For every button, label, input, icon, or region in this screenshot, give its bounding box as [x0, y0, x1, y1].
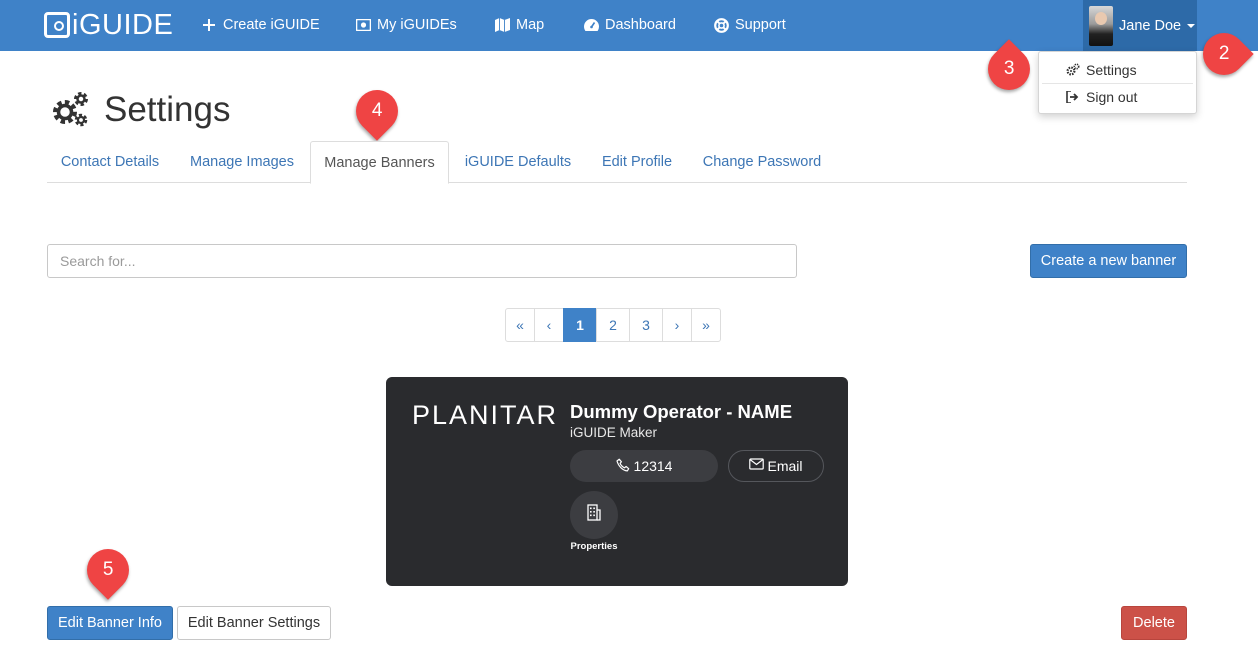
top-navbar: iGUIDE Create iGUIDE My iGUIDEs Map Dash…	[0, 0, 1258, 51]
page-next-button[interactable]: ›	[662, 308, 692, 342]
map-icon	[494, 17, 510, 33]
operator-name: Dummy Operator - NAME	[570, 401, 793, 422]
tab-edit-profile[interactable]: Edit Profile	[587, 141, 687, 183]
pagination: « ‹ 1 2 3 › »	[505, 308, 721, 342]
step-marker-5: 5	[78, 540, 138, 600]
tab-contact-details[interactable]: Contact Details	[47, 141, 173, 183]
properties-button[interactable]	[570, 491, 618, 539]
building-icon	[587, 504, 601, 526]
user-dropdown-menu: Settings Sign out	[1038, 51, 1197, 114]
operator-role: iGUIDE Maker	[570, 425, 658, 440]
envelope-icon	[749, 458, 765, 474]
gears-icon	[50, 89, 92, 131]
sign-out-icon	[1066, 90, 1080, 104]
email-button[interactable]: Email	[728, 450, 824, 482]
menu-item-settings[interactable]: Settings	[1039, 57, 1196, 83]
image-icon	[355, 17, 371, 33]
step-marker-4: 4	[347, 81, 407, 141]
page-prev-button[interactable]: ‹	[534, 308, 564, 342]
user-name: Jane Doe	[1119, 17, 1182, 34]
nav-dashboard[interactable]: Dashboard	[583, 16, 676, 34]
dashboard-icon	[583, 17, 599, 33]
edit-banner-info-button[interactable]: Edit Banner Info	[47, 606, 173, 640]
life-ring-icon	[713, 17, 729, 33]
banner-preview[interactable]: PLANITAR Dummy Operator - NAME iGUIDE Ma…	[386, 377, 848, 586]
page-first-button[interactable]: «	[505, 308, 535, 342]
nav-map[interactable]: Map	[494, 16, 544, 34]
nav-my-iguides[interactable]: My iGUIDEs	[355, 16, 457, 34]
phone-button[interactable]: 12314	[570, 450, 718, 482]
user-menu-toggle[interactable]: Jane Doe	[1083, 0, 1197, 51]
page-last-button[interactable]: »	[691, 308, 721, 342]
brand-logo: PLANITAR	[412, 400, 559, 430]
delete-banner-button[interactable]: Delete	[1121, 606, 1187, 640]
page-button-3[interactable]: 3	[629, 308, 663, 342]
phone-icon	[615, 458, 632, 474]
nav-create-iguide[interactable]: Create iGUIDE	[201, 16, 320, 34]
iguide-logo[interactable]: iGUIDE	[44, 9, 173, 41]
page-button-1[interactable]: 1	[563, 308, 597, 342]
caret-down-icon	[1187, 23, 1196, 28]
settings-tabs: Contact Details Manage Images Manage Ban…	[47, 141, 1187, 184]
menu-item-sign-out[interactable]: Sign out	[1039, 84, 1196, 110]
plus-icon	[201, 17, 217, 33]
create-banner-button[interactable]: Create a new banner	[1030, 244, 1187, 278]
properties-label: Properties	[570, 541, 618, 552]
tab-change-password[interactable]: Change Password	[690, 141, 834, 183]
edit-banner-settings-button[interactable]: Edit Banner Settings	[177, 606, 331, 640]
tab-manage-banners[interactable]: Manage Banners	[310, 141, 449, 184]
logo-mark-icon	[44, 12, 70, 38]
tab-iguide-defaults[interactable]: iGUIDE Defaults	[451, 141, 585, 183]
page-title: Settings	[50, 88, 230, 132]
page-button-2[interactable]: 2	[596, 308, 630, 342]
avatar	[1089, 5, 1113, 46]
nav-support[interactable]: Support	[713, 16, 786, 34]
page-title-text: Settings	[104, 90, 231, 129]
search-input[interactable]	[47, 244, 797, 278]
gears-icon	[1066, 63, 1080, 77]
tab-manage-images[interactable]: Manage Images	[175, 141, 309, 183]
